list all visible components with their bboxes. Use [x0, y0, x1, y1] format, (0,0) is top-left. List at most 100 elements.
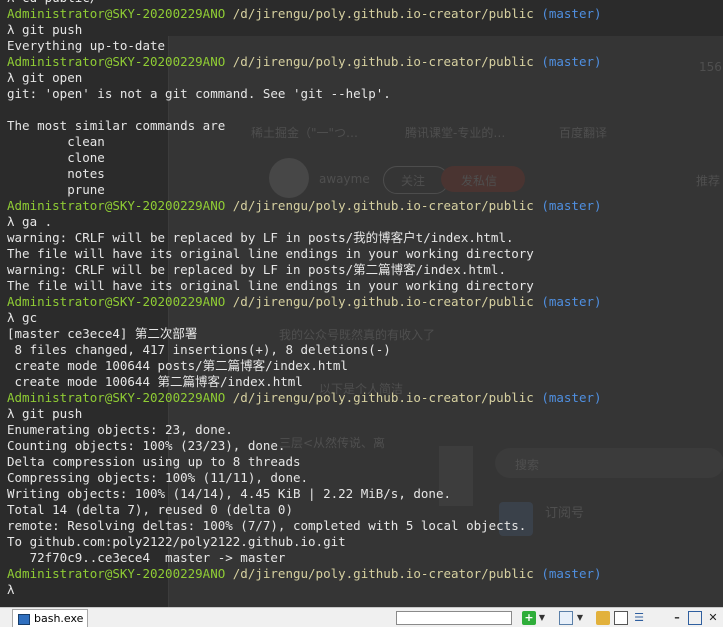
terminal-line: λ git open	[7, 70, 723, 86]
terminal-line: Administrator@SKY-20200229ANO /d/jirengu…	[7, 198, 723, 214]
terminal-line: Counting objects: 100% (23/23), done.	[7, 438, 723, 454]
terminal-text: λ git push	[7, 22, 83, 37]
view-icon[interactable]	[559, 611, 573, 625]
terminal-line: The most similar commands are	[7, 118, 723, 134]
terminal-line: [master ce3ece4] 第二次部署	[7, 326, 723, 342]
tab-label: bash.exe	[34, 612, 84, 625]
prompt-path: /d/jirengu/poly.github.io-creator/public	[225, 6, 542, 21]
terminal-text: Delta compression using up to 8 threads	[7, 454, 301, 469]
terminal-line: Administrator@SKY-20200229ANO /d/jirengu…	[7, 294, 723, 310]
terminal-line: prune	[7, 182, 723, 198]
screen: 稀土掘金（"一"つ… 腾讯课堂-专业的… 百度翻译 156 awayme 关注 …	[0, 0, 723, 627]
terminal-text: λ	[7, 582, 15, 597]
terminal-text: warning: CRLF will be replaced by LF in …	[7, 230, 514, 245]
terminal-text: Compressing objects: 100% (11/11), done.	[7, 470, 309, 485]
terminal-line: Writing objects: 100% (14/14), 4.45 KiB …	[7, 486, 723, 502]
terminal-line: warning: CRLF will be replaced by LF in …	[7, 230, 723, 246]
terminal-line: Total 14 (delta 7), reused 0 (delta 0)	[7, 502, 723, 518]
terminal-line: λ gc	[7, 310, 723, 326]
terminal-text: git: 'open' is not a git command. See 'g…	[7, 86, 391, 101]
lock-icon[interactable]	[596, 611, 610, 625]
terminal-line: Compressing objects: 100% (11/11), done.	[7, 470, 723, 486]
terminal-line: warning: CRLF will be replaced by LF in …	[7, 262, 723, 278]
prompt-branch: (master)	[541, 566, 602, 581]
terminal-line: clone	[7, 150, 723, 166]
terminal-text: Everything up-to-date	[7, 38, 166, 53]
terminal-line: Administrator@SKY-20200229ANO /d/jirengu…	[7, 54, 723, 70]
terminal-line: The file will have its original line end…	[7, 246, 723, 262]
minimize-icon[interactable]: –	[670, 611, 684, 625]
menu-icon[interactable]: ☰	[632, 611, 646, 625]
terminal-text: The file will have its original line end…	[7, 246, 534, 261]
terminal-text: remote: Resolving deltas: 100% (7/7), co…	[7, 518, 527, 533]
add-tab-icon[interactable]: +	[522, 611, 536, 625]
terminal-line: Administrator@SKY-20200229ANO /d/jirengu…	[7, 6, 723, 22]
terminal-line: The file will have its original line end…	[7, 278, 723, 294]
terminal-text: warning: CRLF will be replaced by LF in …	[7, 262, 506, 277]
terminal-line: λ git push	[7, 22, 723, 38]
prompt-path: /d/jirengu/poly.github.io-creator/public	[225, 566, 542, 581]
terminal-text: clone	[7, 150, 105, 165]
close-icon[interactable]: ✕	[706, 611, 720, 625]
chevron-down-icon[interactable]: ▼	[576, 611, 584, 625]
split-view-icon[interactable]	[614, 611, 628, 625]
terminal-line: To github.com:poly2122/poly2122.github.i…	[7, 534, 723, 550]
terminal-line: create mode 100644 posts/第二篇博客/index.htm…	[7, 358, 723, 374]
terminal-text: Total 14 (delta 7), reused 0 (delta 0)	[7, 502, 293, 517]
prompt-branch: (master)	[541, 54, 602, 69]
terminal-line: Administrator@SKY-20200229ANO /d/jirengu…	[7, 390, 723, 406]
terminal-line: 8 files changed, 417 insertions(+), 8 de…	[7, 342, 723, 358]
terminal-text: The file will have its original line end…	[7, 278, 534, 293]
terminal-text: λ git push	[7, 406, 83, 421]
prompt-path: /d/jirengu/poly.github.io-creator/public	[225, 54, 542, 69]
prompt-path: /d/jirengu/poly.github.io-creator/public	[225, 390, 542, 405]
terminal-line: Everything up-to-date	[7, 38, 723, 54]
terminal-output[interactable]: λ cd public/Administrator@SKY-20200229AN…	[0, 0, 723, 598]
terminal-text: clean	[7, 134, 105, 149]
terminal-text: 8 files changed, 417 insertions(+), 8 de…	[7, 342, 391, 357]
terminal-line: λ ga .	[7, 214, 723, 230]
terminal-text: create mode 100644 posts/第二篇博客/index.htm…	[7, 358, 348, 373]
prompt-branch: (master)	[541, 390, 602, 405]
terminal-text: prune	[7, 182, 105, 197]
prompt-branch: (master)	[541, 6, 602, 21]
chevron-down-icon[interactable]: ▼	[538, 611, 546, 625]
terminal-line: notes	[7, 166, 723, 182]
terminal-line: λ git push	[7, 406, 723, 422]
tab-bash[interactable]: bash.exe	[12, 609, 88, 627]
terminal-text: Enumerating objects: 23, done.	[7, 422, 233, 437]
terminal-text: 72f70c9..ce3ece4 master -> master	[7, 550, 286, 565]
prompt-user: Administrator@SKY-20200229ANO	[7, 6, 226, 21]
prompt-path: /d/jirengu/poly.github.io-creator/public	[225, 294, 542, 309]
terminal-text: Counting objects: 100% (23/23), done.	[7, 438, 286, 453]
terminal-line: clean	[7, 134, 723, 150]
prompt-user: Administrator@SKY-20200229ANO	[7, 294, 226, 309]
prompt-path: /d/jirengu/poly.github.io-creator/public	[225, 198, 542, 213]
prompt-branch: (master)	[541, 294, 602, 309]
prompt-user: Administrator@SKY-20200229ANO	[7, 390, 226, 405]
terminal-line: λ	[7, 582, 723, 598]
maximize-icon[interactable]	[688, 611, 702, 625]
terminal-text: λ cd public/	[7, 0, 97, 5]
terminal-text: λ gc	[7, 310, 38, 325]
terminal-text: The most similar commands are	[7, 118, 226, 133]
prompt-user: Administrator@SKY-20200229ANO	[7, 54, 226, 69]
prompt-branch: (master)	[541, 198, 602, 213]
terminal-text: [master ce3ece4] 第二次部署	[7, 326, 198, 341]
terminal-text: Writing objects: 100% (14/14), 4.45 KiB …	[7, 486, 452, 501]
console-taskbar: bash.exe + ▼ ▼ ☰ – ✕	[0, 607, 723, 627]
search-input[interactable]	[396, 611, 512, 625]
prompt-user: Administrator@SKY-20200229ANO	[7, 198, 226, 213]
terminal-line: git: 'open' is not a git command. See 'g…	[7, 86, 723, 102]
terminal-line: Enumerating objects: 23, done.	[7, 422, 723, 438]
terminal-text: create mode 100644 第二篇博客/index.html	[7, 374, 303, 389]
terminal-text: λ ga .	[7, 214, 53, 229]
terminal-text: λ git open	[7, 70, 83, 85]
terminal-icon	[18, 614, 30, 625]
terminal-line: Delta compression using up to 8 threads	[7, 454, 723, 470]
terminal-text: To github.com:poly2122/poly2122.github.i…	[7, 534, 346, 549]
prompt-user: Administrator@SKY-20200229ANO	[7, 566, 226, 581]
terminal-text: notes	[7, 166, 105, 181]
terminal-line: Administrator@SKY-20200229ANO /d/jirengu…	[7, 566, 723, 582]
